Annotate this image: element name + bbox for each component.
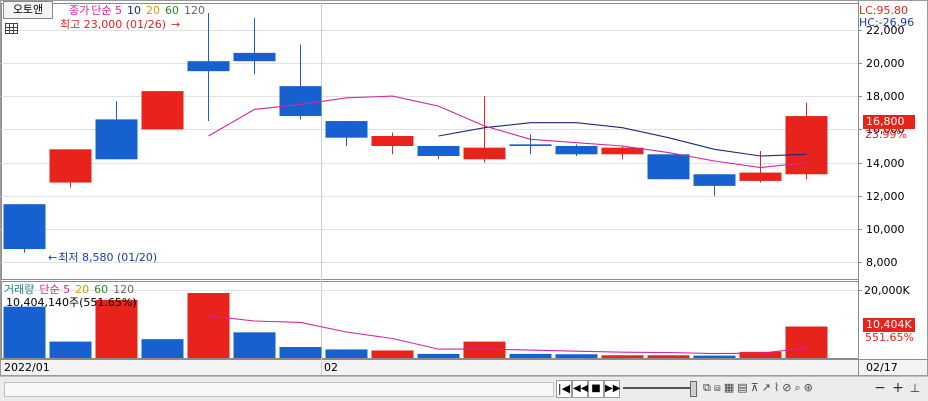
candle-body (233, 52, 276, 62)
zoom-slider-handle[interactable] (690, 381, 697, 397)
volume-tick-label: 20,000K (864, 283, 910, 297)
volume-legend-main: 거래량 (4, 283, 35, 296)
price-tick-label: 10,000 (866, 222, 905, 236)
next-icon[interactable]: ▶▶ (604, 380, 620, 398)
price-tick-label: 18,000 (866, 89, 905, 103)
volume-bar (187, 292, 230, 358)
chart-canvas (0, 0, 928, 376)
volume-bar (49, 341, 92, 358)
current-price-pct: 23.99% (865, 128, 907, 141)
price-tick-label: 22,000 (866, 23, 905, 37)
candle-body (187, 61, 230, 72)
volume-bar (325, 349, 368, 358)
volume-bar (371, 350, 414, 358)
fit-icon[interactable]: ⊥ (908, 380, 922, 396)
candle-body (3, 204, 46, 250)
price-tick-label: 8,000 (866, 255, 898, 269)
current-price-badge: 16,800 (863, 115, 915, 129)
price-legend-ma: 단순 5 (91, 4, 122, 17)
volume-bar (785, 326, 828, 358)
bottom-toolbar: |◀ ◀◀ ■ ▶▶ ⧉⧈▦▤⊼↗⌇⊘⌕⊛ − + ⊥ (0, 376, 928, 401)
volume-bar (555, 354, 598, 358)
chart-window: 오토앤 종가 단순 5 10 20 60 120 최고 23,000 (01/26) → ←… (0, 0, 928, 401)
zoom-out-icon[interactable]: − (873, 380, 887, 396)
volume-bar (647, 355, 690, 358)
price-legend-main: 종가 (69, 4, 90, 17)
low-note: ←최저 8,580 (01/20) (48, 251, 162, 265)
price-tick-label: 12,000 (866, 189, 905, 203)
volume-legend: 거래량 단순 5 20 60 120 (4, 283, 139, 297)
candle-body (49, 149, 92, 183)
candle-body (647, 154, 690, 180)
stop-icon[interactable]: ■ (588, 380, 604, 398)
price-tick-label: 14,000 (866, 156, 905, 170)
candle-body (95, 119, 138, 160)
scroll-track[interactable] (4, 382, 554, 397)
volume-bar (509, 353, 552, 358)
high-note-text: 최고 23,000 (01/26) (60, 18, 167, 31)
current-volume-badge: 10,404K (863, 318, 915, 332)
candle-body (739, 172, 782, 181)
volume-bar (279, 347, 322, 358)
arrow-left-icon: ← (48, 251, 58, 264)
candle-body (279, 86, 322, 117)
candle-body (463, 147, 506, 160)
price-legend-p60: 60 (165, 4, 179, 17)
current-volume-pct: 551.65% (865, 331, 914, 344)
date-label-end: 02/17 (866, 361, 898, 374)
volume-bar (417, 353, 460, 358)
outer-frame (0, 0, 928, 376)
low-note-text: 최저 8,580 (01/20) (58, 251, 158, 264)
grid-icon[interactable] (5, 23, 18, 34)
volume-legend-ma: 단순 5 (39, 283, 71, 296)
volume-bar (233, 332, 276, 358)
drawing-tools-icons[interactable]: ⧉⧈▦▤⊼↗⌇⊘⌕⊛ (703, 380, 853, 396)
price-legend-p20: 20 (146, 4, 160, 17)
candle-body (371, 136, 414, 146)
price-legend-p10: 10 (127, 4, 141, 17)
high-note: 최고 23,000 (01/26) → (60, 18, 185, 32)
price-tick-label: 20,000 (866, 56, 905, 70)
volume-bar (3, 306, 46, 358)
candle-body (509, 144, 552, 146)
zoom-slider[interactable] (623, 387, 693, 389)
candle-body (693, 174, 736, 186)
date-label-jan: 2022/01 (4, 361, 50, 374)
candle-body (417, 145, 460, 156)
auto-button[interactable]: 오토앤 (3, 1, 53, 19)
prev-icon[interactable]: ◀◀ (572, 380, 588, 398)
volume-legend-p120: 120 (113, 283, 135, 296)
volume-bar (601, 355, 644, 358)
volume-bar (141, 339, 184, 358)
candle-body (325, 121, 368, 138)
price-legend-p120: 120 (184, 4, 205, 17)
candle-body (785, 116, 828, 175)
date-axis-bg (1, 359, 927, 375)
volume-bar (693, 355, 736, 358)
price-legend: 종가 단순 5 10 20 60 120 (69, 4, 210, 18)
candle-body (141, 91, 184, 130)
volume-current: 10,404,140주(551.65%) (6, 296, 137, 309)
date-label-feb: 02 (324, 361, 338, 374)
arrow-right-icon: → (171, 18, 181, 31)
volume-legend-p60: 60 (94, 283, 109, 296)
candle-body (555, 145, 598, 155)
first-page-icon[interactable]: |◀ (556, 380, 572, 398)
volume-legend-p20: 20 (75, 283, 90, 296)
zoom-in-icon[interactable]: + (891, 380, 905, 396)
